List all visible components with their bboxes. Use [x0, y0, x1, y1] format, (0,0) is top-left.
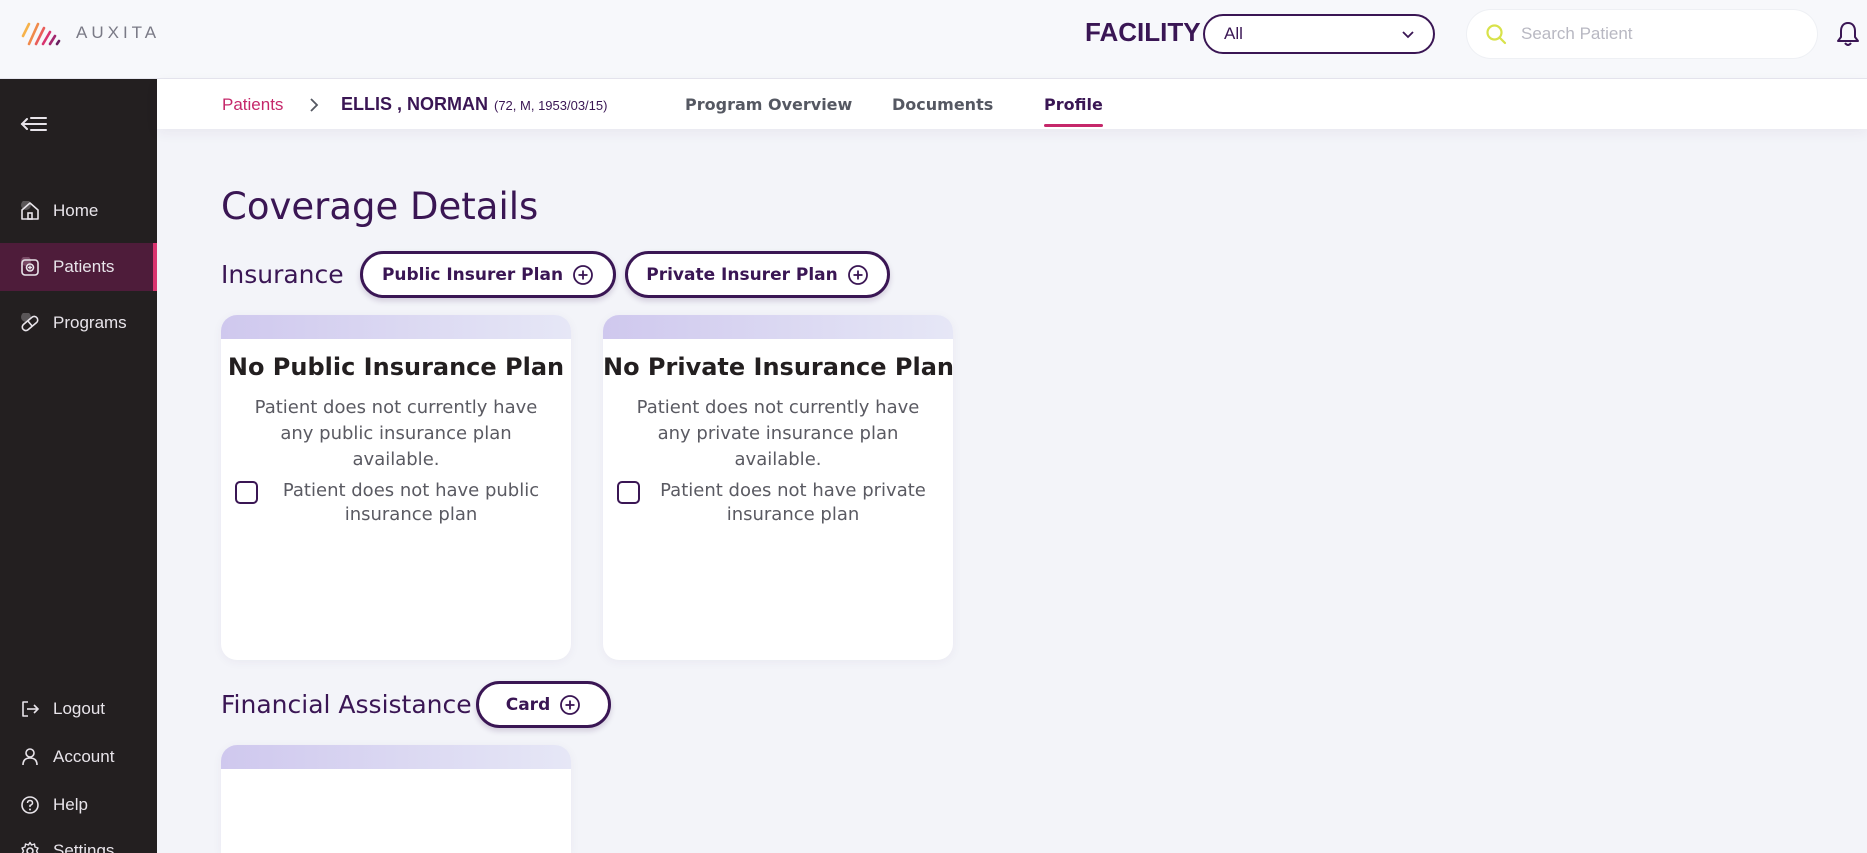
private-insurance-card: No Private Insurance Plan Patient does n… — [603, 315, 953, 660]
button-label: Card — [505, 694, 551, 715]
sidebar-item-label: Logout — [53, 699, 105, 718]
no-private-plan-checkbox[interactable] — [617, 481, 640, 504]
chevron-right-icon — [310, 98, 319, 112]
add-financial-card-button[interactable]: Card — [476, 681, 611, 728]
breadcrumb-patients-link[interactable]: Patients — [222, 95, 283, 115]
facility-select[interactable]: All — [1203, 14, 1435, 54]
public-insurance-card: No Public Insurance Plan Patient does no… — [221, 315, 571, 660]
tab-documents[interactable]: Documents — [892, 95, 993, 114]
card-description: Patient does not currently have any priv… — [636, 397, 920, 470]
checkbox-label: Patient does not have private insurance … — [660, 480, 926, 525]
search-icon — [1486, 24, 1507, 45]
collapse-sidebar-icon[interactable] — [20, 112, 48, 136]
sidebar-item-logout[interactable]: Logout — [0, 685, 157, 733]
sidebar-item-programs[interactable]: Programs — [0, 299, 157, 347]
search-box — [1467, 10, 1817, 58]
sidebar-item-label: Programs — [53, 313, 127, 332]
button-label: Public Insurer Plan — [381, 264, 564, 285]
facility-label: FACILITY — [1085, 17, 1201, 47]
no-public-plan-option: Patient does not have public insurance p… — [221, 479, 571, 529]
search-input[interactable] — [1521, 24, 1791, 44]
pill-icon — [21, 313, 39, 332]
tab-program-overview[interactable]: Program Overview — [685, 95, 852, 114]
sidebar-item-account[interactable]: Account — [0, 733, 157, 781]
page-title: Coverage Details — [221, 185, 539, 228]
button-label: Private Insurer Plan — [646, 264, 838, 285]
chevron-down-icon — [1402, 31, 1414, 39]
sidebar-item-patients[interactable]: Patients — [0, 243, 157, 291]
patient-name: ELLIS , NORMAN — [341, 94, 488, 114]
card-title: No Public Insurance Plan — [227, 353, 565, 381]
sidebar-item-label: Patients — [53, 257, 115, 276]
sidebar-item-label: Settings — [53, 841, 115, 853]
no-private-plan-option: Patient does not have private insurance … — [603, 479, 953, 529]
checkbox-label: Patient does not have public insurance p… — [282, 480, 540, 525]
add-public-insurer-plan-button[interactable]: Public Insurer Plan — [360, 251, 616, 298]
user-icon — [22, 748, 38, 766]
plus-circle-icon — [560, 694, 581, 715]
card-header-band — [221, 315, 571, 339]
facility-select-value: All — [1224, 24, 1243, 43]
patient-meta: (72, M, 1953/03/15) — [494, 98, 608, 113]
card-title: No Private Insurance Plan — [603, 353, 953, 381]
sidebar-item-label: Home — [53, 201, 99, 220]
sidebar-item-label: Help — [53, 795, 88, 814]
sidebar-item-label: Account — [53, 747, 115, 766]
add-private-insurer-plan-button[interactable]: Private Insurer Plan — [625, 251, 890, 298]
no-public-plan-checkbox[interactable] — [235, 481, 258, 504]
sidebar-item-settings[interactable]: Settings — [0, 827, 157, 853]
plus-circle-icon — [847, 264, 868, 285]
card-header-band — [221, 745, 571, 769]
home-icon — [21, 201, 39, 220]
notification-bell-icon[interactable] — [1834, 20, 1862, 48]
sidebar-item-help[interactable]: Help — [0, 781, 157, 829]
logout-icon — [22, 701, 40, 717]
sidebar-item-home[interactable]: Home — [0, 187, 157, 235]
patients-icon — [21, 257, 39, 276]
app-logo[interactable]: AUXITA — [20, 18, 160, 48]
top-header: AUXITA FACILITY All — [0, 0, 1867, 79]
card-description: Patient does not currently have any publ… — [254, 397, 538, 470]
financial-assistance-card — [221, 745, 571, 853]
plus-circle-icon — [573, 264, 593, 285]
financial-assistance-section-label: Financial Assistance — [221, 690, 472, 719]
gear-icon — [21, 841, 39, 853]
breadcrumb-bar: Patients ELLIS , NORMAN (72, M, 1953/03/1… — [157, 79, 1867, 129]
help-icon — [21, 796, 39, 814]
logo-mark-icon — [21, 22, 61, 46]
sidebar: Home Patients Programs Logout Account He… — [0, 79, 157, 853]
tab-profile[interactable]: Profile — [1044, 95, 1103, 127]
card-header-band — [603, 315, 953, 339]
logo-text: AUXITA — [76, 23, 161, 42]
breadcrumb-patient: ELLIS , NORMAN (72, M, 1953/03/15) — [341, 94, 607, 115]
insurance-section-label: Insurance — [221, 260, 344, 289]
